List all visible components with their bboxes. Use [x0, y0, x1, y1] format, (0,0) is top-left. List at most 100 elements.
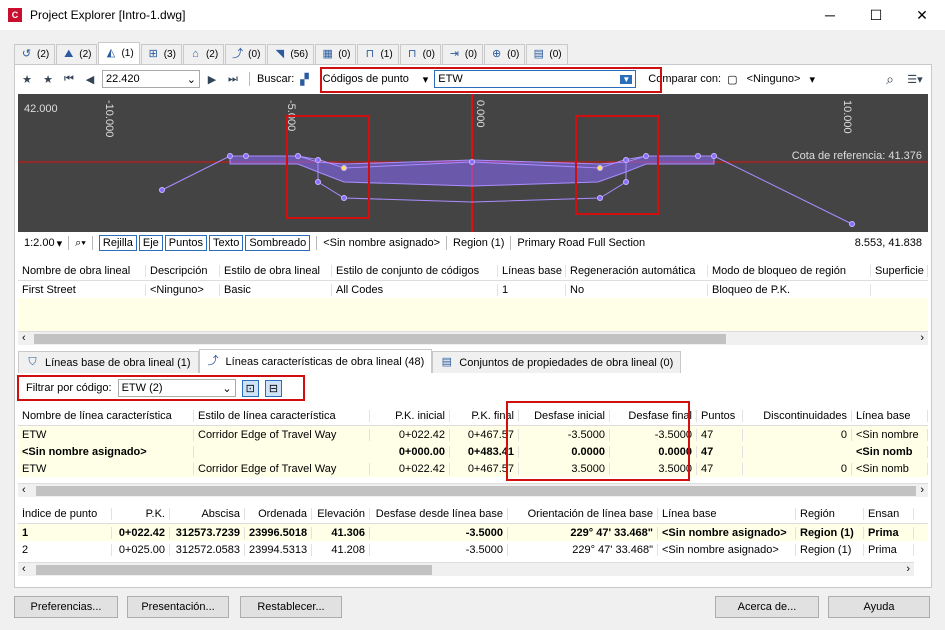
station-value: 22.420: [106, 73, 140, 85]
prev-station-icon[interactable]: ◀: [81, 70, 99, 88]
section-canvas: 42.000 -10.000 -5.000 0.000 10.000 Cota …: [18, 94, 928, 232]
column-header: Línea base: [658, 507, 796, 520]
horizontal-scrollbar[interactable]: ‹ ›: [18, 483, 928, 497]
scroll-left-icon[interactable]: ‹: [22, 484, 26, 496]
table-row[interactable]: First Street <Ninguno> Basic All Codes 1 No Bl…: [18, 281, 928, 298]
region-label: Region (1): [453, 237, 505, 249]
tab-corridor[interactable]: ◭ (1): [98, 42, 140, 64]
tab-featureline[interactable]: ⤴ (0): [225, 44, 267, 64]
maximize-button[interactable]: ☐: [853, 0, 899, 30]
table-cell: Bloqueo de P.K.: [708, 283, 871, 296]
column-header: Puntos: [697, 409, 743, 422]
table-cell: Prima: [864, 543, 914, 556]
tab-featurelines[interactable]: ⤴ Líneas características de obra lineal (…: [198, 349, 433, 373]
tab-curve[interactable]: ↺ (2): [14, 44, 56, 64]
column-header: Estilo de línea característica: [194, 409, 370, 422]
toggle-text[interactable]: Texto: [209, 235, 244, 251]
zoom-menu-icon[interactable]: ⌕▾: [75, 237, 86, 250]
view-status-bar: 1:2.00 ▾ ⌕▾ Rejilla Eje Puntos Texto Somb…: [18, 233, 928, 253]
last-station-icon[interactable]: ⏭: [224, 70, 242, 88]
star-add-icon[interactable]: ★: [18, 70, 36, 88]
scroll-right-icon[interactable]: ›: [920, 332, 924, 344]
table-cell: 0+000.00: [370, 445, 450, 458]
table-row[interactable]: ETW Corridor Edge of Travel Way 0+022.42 0+…: [18, 460, 928, 477]
compare-combo[interactable]: ▢ <Ninguno> ▾: [724, 70, 818, 88]
tab-assembly[interactable]: ⇥ (0): [441, 44, 484, 64]
title-bar: C Project Explorer [Intro-1.dwg] ─ ☐ ✕: [0, 0, 945, 30]
tab-count: (3): [163, 49, 176, 60]
section-view[interactable]: 42.000 -10.000 -5.000 0.000 10.000 Cota …: [18, 94, 928, 232]
toggle-grid[interactable]: Rejilla: [98, 235, 137, 251]
tab-parcel[interactable]: ▦ (0): [315, 44, 357, 64]
table-cell: First Street: [18, 283, 146, 296]
reset-button[interactable]: Restablecer...: [240, 596, 342, 618]
tab-subassembly[interactable]: ⊕ (0): [484, 44, 526, 64]
star-remove-icon[interactable]: ★: [39, 70, 57, 88]
column-header: Orientación de línea base: [508, 507, 658, 520]
tab-section[interactable]: ⊞ (3): [140, 44, 182, 64]
table-cell: 2: [18, 543, 112, 556]
about-button[interactable]: Acerca de...: [715, 596, 819, 618]
table-cell: Region (1): [796, 543, 864, 556]
table-cell: Basic: [220, 283, 332, 296]
table-row[interactable]: 1 0+022.42 312573.7239 23996.5018 41.306 -3.5…: [18, 524, 928, 541]
scroll-right-icon[interactable]: ›: [920, 484, 924, 496]
tab-pressure[interactable]: ⊓ (0): [399, 44, 441, 64]
tab-profile[interactable]: ⛰ (2): [56, 44, 98, 64]
table-cell: 23994.5313: [245, 543, 312, 556]
reference-label: Cota de referencia: 41.376: [792, 150, 922, 162]
scroll-left-icon[interactable]: ‹: [22, 332, 26, 344]
highlight-search: [320, 67, 662, 93]
corridor-icon: ◭: [106, 47, 116, 59]
zoom-icon[interactable]: ⌕: [881, 70, 899, 88]
table-cell: -3.5000: [370, 543, 508, 556]
close-button[interactable]: ✕: [899, 0, 945, 30]
highlight-filter: [17, 375, 305, 401]
preferences-button[interactable]: Preferencias...: [14, 596, 118, 618]
toggle-shading[interactable]: Sombreado: [245, 235, 311, 251]
first-station-icon[interactable]: ⏮: [60, 70, 78, 88]
table-cell: <Sin nombre asignado>: [18, 445, 194, 458]
minimize-button[interactable]: ─: [807, 0, 853, 30]
toggle-axis[interactable]: Eje: [138, 235, 163, 251]
chevron-down-icon: ⌄: [186, 73, 196, 86]
tab-surface[interactable]: ⌂ (2): [182, 44, 225, 64]
baseline-icon: ⛉: [28, 356, 37, 368]
table-row[interactable]: ETW Corridor Edge of Travel Way 0+022.42 0+…: [18, 426, 928, 443]
chevron-down-icon[interactable]: ▾: [57, 237, 63, 250]
horizontal-scrollbar[interactable]: ‹ ›: [18, 562, 914, 576]
scroll-right-icon[interactable]: ›: [906, 563, 910, 575]
surface-icon: ⌂: [192, 48, 199, 60]
compare-value: <Ninguno>: [746, 73, 801, 85]
scroll-left-icon[interactable]: ‹: [22, 563, 26, 575]
tab-pipe[interactable]: ⊓ (1): [357, 44, 399, 64]
column-header: Región: [796, 507, 864, 520]
section-label: Primary Road Full Section: [517, 237, 646, 249]
table-cell: 312572.0583: [170, 543, 245, 556]
column-header: Ordenada: [245, 507, 312, 520]
tab-sheet[interactable]: ▤ (0): [526, 44, 568, 64]
station-combo[interactable]: 22.420 ⌄: [102, 70, 200, 88]
table-cell: 41.306: [312, 526, 370, 539]
tab-points[interactable]: ◥ (56): [267, 44, 315, 64]
table-cell: Corridor Edge of Travel Way: [194, 428, 370, 441]
tab-baselines[interactable]: ⛉ Líneas base de obra lineal (1): [18, 351, 199, 373]
scale-combo[interactable]: 1:2.00: [24, 237, 55, 249]
help-button[interactable]: Ayuda: [828, 596, 930, 618]
toggle-points[interactable]: Puntos: [164, 235, 208, 251]
featureline-icon: ⤴: [207, 355, 219, 367]
horizontal-scrollbar[interactable]: ‹ ›: [18, 331, 928, 345]
layout-menu-icon[interactable]: ☰▾: [902, 70, 928, 88]
tab-property-sets[interactable]: ▤ Conjuntos de propiedades de obra lineal…: [432, 351, 682, 373]
presentation-button[interactable]: Presentación...: [127, 596, 229, 618]
table-cell: 1: [498, 283, 566, 296]
table-row[interactable]: <Sin nombre asignado> 0+000.00 0+483.41 0.0…: [18, 443, 928, 460]
column-header: P.K. inicial: [370, 409, 450, 422]
next-station-icon[interactable]: ▶: [203, 70, 221, 88]
featureline-icon: ⤴: [232, 48, 244, 60]
assembly-icon: ⇥: [449, 48, 460, 60]
table-row[interactable]: 2 0+025.00 312572.0583 23994.5313 41.208 -3.5…: [18, 541, 928, 558]
table-icon: ▤: [441, 356, 452, 368]
table-cell: 0+022.42: [370, 462, 450, 475]
table-cell: No: [566, 283, 708, 296]
